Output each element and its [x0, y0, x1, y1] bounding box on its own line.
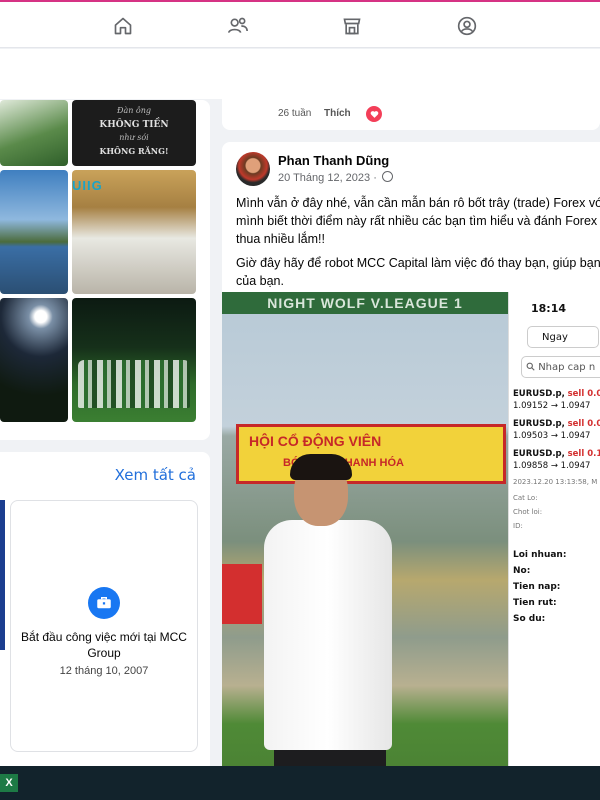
- marketplace-icon[interactable]: [338, 12, 366, 40]
- post-image[interactable]: NIGHT WOLF V.LEAGUE 1 HỘI CỔ ĐỘNG VIÊN B…: [222, 292, 600, 772]
- photo-thumbnail[interactable]: [0, 100, 68, 166]
- excel-app-icon[interactable]: X: [0, 774, 18, 792]
- post-text-line: mình biết thời điểm này rất nhiều các bạ…: [236, 214, 600, 228]
- photo-caption: như sói: [119, 133, 149, 142]
- person-shirt: [264, 520, 392, 750]
- globe-icon: [381, 171, 393, 182]
- stop-loss-label: Cat Lo:: [513, 494, 538, 502]
- photo-caption: KHÔNG TIỀN: [99, 120, 169, 130]
- post-text-line: Giờ đây hãy để robot MCC Capital làm việ…: [236, 256, 600, 270]
- photo-thumbnail[interactable]: [72, 298, 196, 422]
- life-events-card: Xem tất cả Bắt đầu công việc mới tại MCC…: [0, 452, 210, 772]
- person-hair: [290, 454, 352, 480]
- see-all-link[interactable]: Xem tất cả: [115, 466, 196, 484]
- search-icon: [526, 362, 535, 371]
- heart-reaction-icon[interactable]: [366, 106, 382, 122]
- post-date-text: 20 Tháng 12, 2023 ·: [278, 172, 377, 184]
- fan-banner: HỘI CỔ ĐỘNG VIÊN BÓNG ĐÁ THANH HÓA: [236, 424, 506, 484]
- post-card: Phan Thanh Dũng 20 Tháng 12, 2023 · Mình…: [222, 142, 600, 772]
- previous-post-footer: 26 tuần Thích: [222, 88, 600, 130]
- symbol-search: Nhap cap n: [521, 356, 600, 378]
- post-text-line: Mình vẫn ở đây nhé, vẫn cần mẫn bán rô b…: [236, 196, 600, 210]
- phone-clock: 18:14: [531, 302, 567, 315]
- photo-logo-text: UIIG: [72, 178, 103, 193]
- search-placeholder: Nhap cap n: [538, 362, 596, 373]
- like-link[interactable]: Thích: [324, 108, 351, 119]
- photo-thumbnail[interactable]: UIIG: [72, 170, 196, 294]
- trading-app-screenshot: 18:14 Ngay Nhap cap n EURUSD.p, sell 0.0…: [508, 292, 600, 772]
- post-text-line: thua nhiều lắm!!: [236, 232, 325, 246]
- photo-caption: KHÔNG RĂNG!: [99, 146, 169, 156]
- card-edge-accent: [0, 500, 5, 650]
- photos-card: Đàn ông KHÔNG TIỀN như sói KHÔNG RĂNG! U…: [0, 100, 210, 440]
- friends-icon[interactable]: [224, 12, 252, 40]
- stadium-sign: NIGHT WOLF V.LEAGUE 1: [222, 292, 508, 314]
- post-body: Mình vẫn ở đây nhé, vẫn cần mẫn bán rô b…: [236, 194, 600, 296]
- home-icon[interactable]: [109, 12, 137, 40]
- life-event-date: 12 tháng 10, 2007: [59, 665, 149, 677]
- id-label: ID:: [513, 522, 523, 530]
- withdrawal-label: Tien rut:: [513, 598, 557, 608]
- red-sign: [222, 564, 262, 624]
- photo-crowd: [78, 360, 190, 408]
- deposit-label: Tien nap:: [513, 582, 561, 592]
- post-timestamp[interactable]: 20 Tháng 12, 2023 ·: [278, 171, 393, 184]
- trade-detail-date: 2023.12.20 13:13:58, M: [513, 478, 598, 486]
- debt-label: No:: [513, 566, 531, 576]
- photo-thumbnail[interactable]: [0, 170, 68, 294]
- profit-label: Loi nhuan:: [513, 550, 567, 560]
- balance-label: So du:: [513, 614, 546, 624]
- life-event-card[interactable]: Bắt đầu công việc mới tại MCC Group 12 t…: [10, 500, 198, 752]
- banner-text: HỘI CỔ ĐỘNG VIÊN: [249, 433, 382, 449]
- post-author-name[interactable]: Phan Thanh Dũng: [278, 153, 389, 168]
- photo-thumbnail[interactable]: Đàn ông KHÔNG TIỀN như sói KHÔNG RĂNG!: [72, 100, 196, 166]
- life-event-title: Bắt đầu công việc mới tại MCC Group: [21, 630, 187, 660]
- top-navigation-bar: [0, 0, 600, 48]
- photo-thumbnail[interactable]: [0, 298, 68, 422]
- profile-icon[interactable]: [453, 12, 481, 40]
- trade-row: EURUSD.p, sell 0.051.09503 → 1.0947: [513, 419, 600, 441]
- os-taskbar: X: [0, 766, 600, 800]
- comment-timestamp[interactable]: 26 tuần: [278, 108, 311, 119]
- period-button: Ngay: [527, 326, 599, 348]
- stadium-photo: NIGHT WOLF V.LEAGUE 1 HỘI CỔ ĐỘNG VIÊN B…: [222, 292, 508, 772]
- author-avatar[interactable]: [236, 152, 270, 186]
- take-profit-label: Chot loi:: [513, 508, 543, 516]
- photo-caption: Đàn ông: [116, 106, 151, 115]
- trade-row: EURUSD.p, sell 0.051.09152 → 1.0947: [513, 389, 600, 411]
- briefcase-icon: [88, 587, 120, 619]
- post-text-line: của bạn.: [236, 274, 284, 288]
- trade-row: EURUSD.p, sell 0.101.09858 → 1.0947: [513, 449, 600, 471]
